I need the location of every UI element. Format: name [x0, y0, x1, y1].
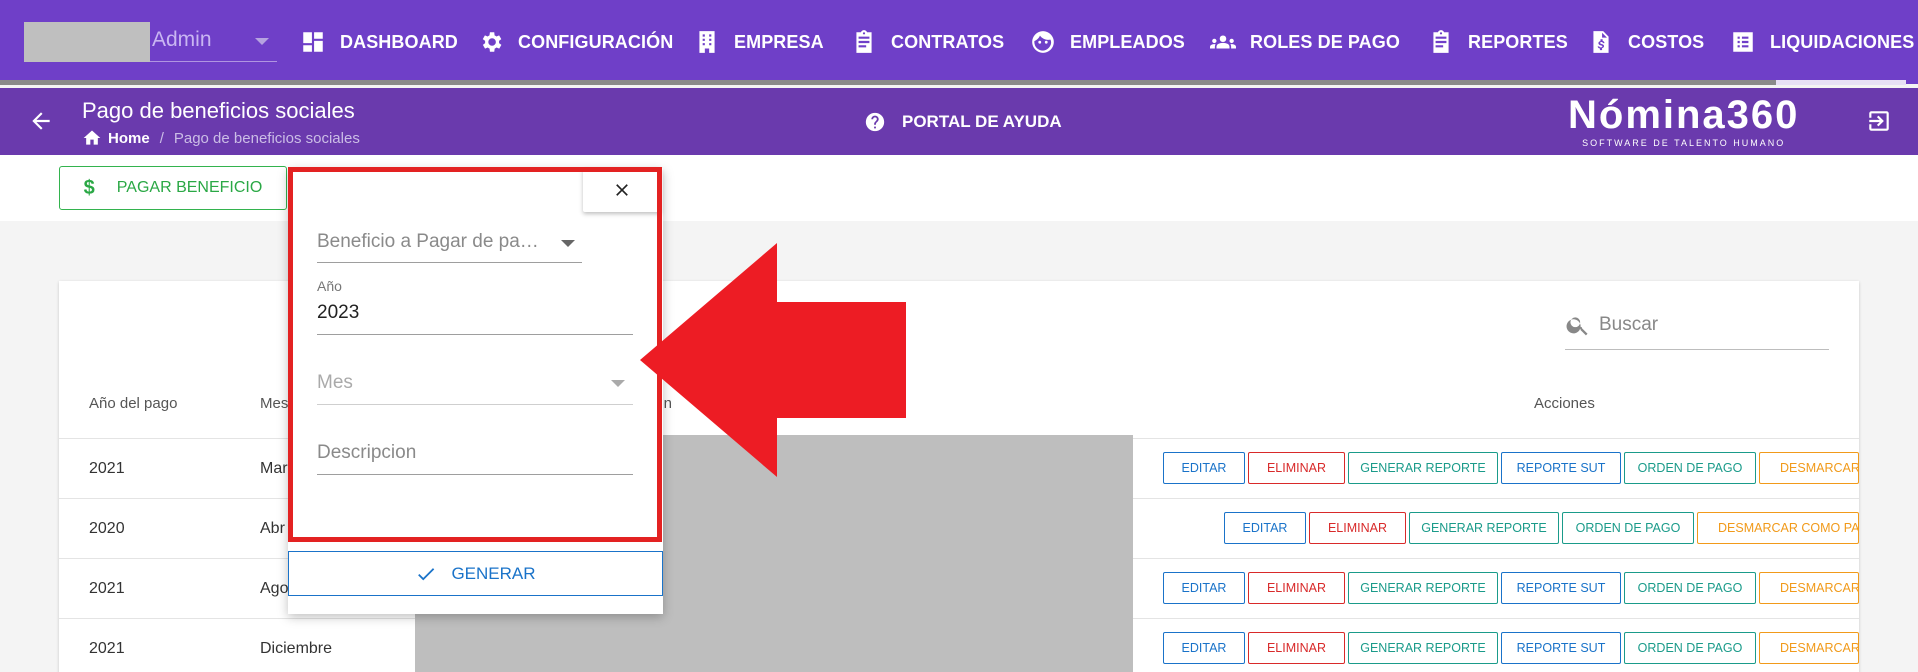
gear-icon	[482, 32, 502, 52]
breadcrumb-separator: /	[159, 129, 164, 147]
generate-report-button[interactable]: GENERAR REPORTE	[1348, 452, 1498, 484]
delete-button[interactable]: ELIMINAR	[1309, 512, 1406, 544]
file-dollar-icon	[1593, 31, 1609, 53]
dashboard-icon	[303, 32, 323, 52]
nav-label: EMPRESA	[734, 31, 824, 52]
top-navbar: Admin DASHBOARD CONFIGURACIÓN EMPRESA CO…	[0, 0, 1918, 85]
group-icon	[1210, 35, 1236, 49]
user-name: Admin	[152, 28, 212, 51]
page-header: Pago de beneficios sociales Home / Pago …	[0, 88, 1918, 155]
sut-report-button[interactable]: REPORTE SUT	[1501, 452, 1621, 484]
breadcrumb-current: Pago de beneficios sociales	[173, 129, 360, 147]
arrow-left-icon[interactable]	[28, 108, 54, 134]
unmark-paid-button[interactable]: DESMARCAR COMO PAGADO	[1759, 452, 1859, 484]
col-header-year[interactable]: Año del pago	[89, 395, 177, 412]
nav-label: COSTOS	[1628, 31, 1705, 52]
nav-roles-de-pago[interactable]: ROLES DE PAGO	[1210, 24, 1400, 60]
search-placeholder: Buscar	[1599, 313, 1659, 335]
payment-order-button[interactable]: ORDEN DE PAGO	[1562, 512, 1694, 544]
cell-year: 2020	[89, 520, 125, 537]
nav-label: REPORTES	[1468, 31, 1568, 52]
nav-dashboard[interactable]: DASHBOARD	[300, 24, 458, 60]
edit-button[interactable]: EDITAR	[1163, 452, 1245, 484]
nav-empleados[interactable]: EMPLEADOS	[1030, 24, 1185, 60]
col-header-month[interactable]: Mes	[260, 395, 288, 412]
generate-button[interactable]: GENERAR	[288, 551, 663, 596]
nav-label: EMPLEADOS	[1070, 31, 1185, 52]
delete-button[interactable]: ELIMINAR	[1248, 452, 1345, 484]
breadcrumb-home[interactable]: Home	[108, 130, 150, 147]
nav-label: ROLES DE PAGO	[1250, 31, 1400, 52]
generate-report-button[interactable]: GENERAR REPORTE	[1348, 632, 1498, 664]
annotation-arrow-icon	[640, 243, 906, 477]
nav-active-indicator	[1776, 80, 1906, 85]
cell-month: Mar	[260, 460, 288, 477]
list-icon	[1733, 32, 1753, 52]
pay-benefit-label: PAGAR BENEFICIO	[116, 179, 263, 196]
unmark-paid-button[interactable]: DESMARCAR COMO PAGADO	[1759, 632, 1859, 664]
payment-order-button[interactable]: ORDEN DE PAGO	[1624, 632, 1756, 664]
delete-button[interactable]: ELIMINAR	[1248, 572, 1345, 604]
home-icon[interactable]	[82, 128, 102, 148]
nav-contratos[interactable]: CONTRATOS	[851, 24, 1004, 60]
nav-label: LIQUIDACIONES	[1770, 31, 1915, 52]
user-selector[interactable]: Admin	[24, 22, 277, 62]
cell-year: 2021	[89, 460, 125, 477]
annotation-highlight-frame	[288, 167, 662, 542]
search-field[interactable]: Buscar	[1565, 300, 1829, 350]
sut-report-button[interactable]: REPORTE SUT	[1501, 572, 1621, 604]
dollar-icon: $	[83, 176, 95, 199]
pay-benefit-button[interactable]: $ PAGAR BENEFICIO	[59, 166, 287, 210]
nav-label: CONTRATOS	[891, 31, 1005, 52]
edit-button[interactable]: EDITAR	[1163, 572, 1245, 604]
help-portal-link[interactable]: PORTAL DE AYUDA	[864, 111, 1062, 133]
edit-button[interactable]: EDITAR	[1224, 512, 1306, 544]
col-header-actions: Acciones	[1534, 395, 1595, 412]
nav-costos[interactable]: COSTOS	[1588, 24, 1704, 60]
user-avatar-redacted	[24, 22, 150, 62]
cell-year: 2021	[89, 640, 125, 657]
nav-label: CONFIGURACIÓN	[518, 31, 674, 52]
nav-configuracion[interactable]: CONFIGURACIÓN	[478, 24, 673, 60]
generate-report-button[interactable]: GENERAR REPORTE	[1348, 572, 1498, 604]
cell-month: Ago	[260, 580, 289, 597]
nav-reportes[interactable]: REPORTES	[1428, 24, 1568, 60]
help-circle-icon	[865, 112, 885, 132]
cell-month: Diciembre	[260, 640, 333, 657]
help-label: PORTAL DE AYUDA	[902, 112, 1062, 131]
logout-icon[interactable]	[1866, 108, 1892, 134]
nav-empresa[interactable]: EMPRESA	[694, 24, 824, 60]
logo-tagline: SOFTWARE DE TALENTO HUMANO	[1582, 138, 1786, 148]
cell-month: Abr	[260, 520, 285, 537]
clipboard-icon	[1433, 30, 1449, 53]
nav-liquidaciones[interactable]: LIQUIDACIONES	[1730, 24, 1914, 60]
delete-button[interactable]: ELIMINAR	[1248, 632, 1345, 664]
payment-order-button[interactable]: ORDEN DE PAGO	[1624, 572, 1756, 604]
logo-wordmark: Nómina360	[1568, 93, 1800, 137]
nav-label: DASHBOARD	[340, 31, 458, 52]
page-title: Pago de beneficios sociales	[82, 98, 355, 123]
payment-order-button[interactable]: ORDEN DE PAGO	[1624, 452, 1756, 484]
sut-report-button[interactable]: REPORTE SUT	[1501, 632, 1621, 664]
search-icon	[1566, 316, 1588, 335]
brand-logo: Nómina360 SOFTWARE DE TALENTO HUMANO	[1568, 94, 1799, 148]
face-icon	[1032, 31, 1054, 53]
nav-loading-bar	[0, 80, 1776, 85]
chevron-down-icon[interactable]	[255, 38, 269, 45]
generate-report-button[interactable]: GENERAR REPORTE	[1409, 512, 1559, 544]
generate-label: GENERAR	[451, 563, 536, 583]
check-icon	[418, 567, 435, 580]
clipboard-icon	[856, 30, 872, 53]
building-icon	[699, 31, 715, 53]
edit-button[interactable]: EDITAR	[1163, 632, 1245, 664]
unmark-paid-button[interactable]: DESMARCAR COMO PAGADO	[1759, 572, 1859, 604]
breadcrumb: Home / Pago de beneficios sociales	[82, 128, 360, 148]
cell-year: 2021	[89, 580, 125, 597]
unmark-paid-button[interactable]: DESMARCAR COMO PAGADO	[1697, 512, 1859, 544]
